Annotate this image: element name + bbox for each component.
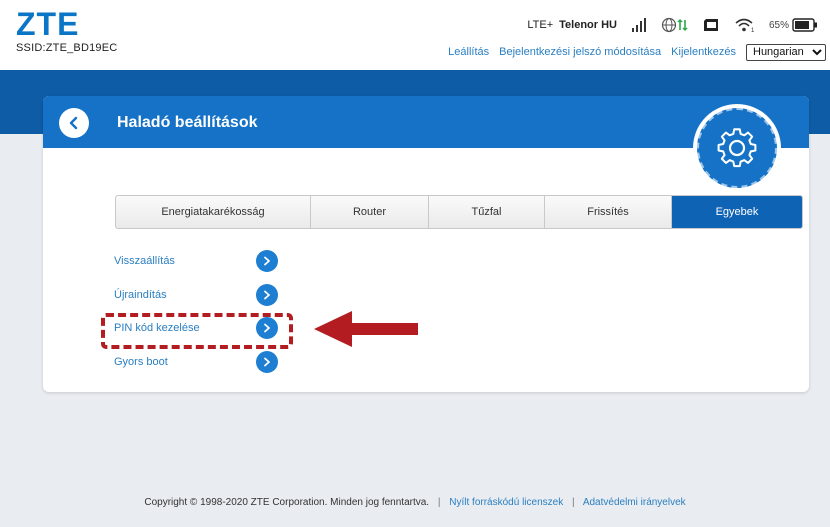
logout-link[interactable]: Kijelentkezés — [671, 46, 736, 58]
page-footer: Copyright © 1998-2020 ZTE Corporation. M… — [0, 497, 830, 508]
top-header: ZTE SSID:ZTE_BD19EC LTE+ Telenor HU 1 65… — [0, 0, 830, 70]
header-links: Leállítás Bejelentkezési jelszó módosítá… — [448, 43, 826, 61]
wifi-icon: 1 — [735, 17, 755, 33]
menu-item-fast-boot[interactable]: Gyors boot — [114, 349, 284, 375]
shutdown-link[interactable]: Leállítás — [448, 46, 489, 58]
menu-item-reset[interactable]: Visszaállítás — [114, 248, 284, 274]
svg-text:1: 1 — [751, 28, 755, 33]
tab-firewall[interactable]: Tűzfal — [429, 196, 545, 228]
change-password-link[interactable]: Bejelentkezési jelszó módosítása — [499, 46, 661, 58]
tab-energy-saving[interactable]: Energiatakarékosság — [116, 196, 311, 228]
copyright-text: Copyright © 1998-2020 ZTE Corporation. M… — [144, 497, 430, 508]
tab-router[interactable]: Router — [311, 196, 429, 228]
privacy-policy-link[interactable]: Adatvédelmi irányelvek — [583, 497, 686, 508]
ssid-label: SSID:ZTE_BD19EC — [16, 42, 118, 54]
carrier-name: Telenor HU — [559, 19, 617, 31]
settings-badge — [697, 108, 777, 188]
menu-item-label: Gyors boot — [114, 356, 168, 368]
tab-update[interactable]: Frissítés — [545, 196, 672, 228]
chevron-right-icon[interactable] — [256, 284, 278, 306]
chevron-right-icon[interactable] — [256, 351, 278, 373]
language-select[interactable]: Hungarian — [746, 43, 826, 61]
menu-item-label: Újraindítás — [114, 289, 167, 301]
battery-icon — [792, 18, 818, 32]
battery-percent: 65% — [768, 19, 789, 31]
network-type: LTE+ — [527, 19, 554, 31]
menu-item-label: Visszaállítás — [114, 255, 175, 267]
globe-data-icon — [661, 17, 689, 33]
settings-tabs: Energiatakarékosság Router Tűzfal Frissí… — [115, 195, 803, 229]
highlight-annotation — [101, 313, 293, 349]
menu-item-restart[interactable]: Újraindítás — [114, 282, 284, 308]
red-arrow-icon — [314, 309, 420, 354]
status-bar: LTE+ Telenor HU 1 65% — [527, 14, 818, 36]
gear-icon — [715, 126, 759, 170]
zte-logo: ZTE — [16, 6, 80, 42]
tab-other[interactable]: Egyebek — [672, 196, 802, 228]
open-source-license-link[interactable]: Nyílt forráskódú licenszek — [449, 497, 563, 508]
back-button[interactable] — [59, 108, 89, 138]
sim-card-icon — [703, 18, 721, 32]
signal-bars-icon — [631, 18, 647, 32]
chevron-right-icon[interactable] — [256, 250, 278, 272]
back-chevron-icon — [67, 116, 81, 130]
footer-separator: | — [571, 497, 575, 508]
page-title: Haladó beállítások — [117, 114, 258, 131]
footer-separator: | — [437, 497, 441, 508]
card-header: Haladó beállítások — [43, 96, 809, 188]
